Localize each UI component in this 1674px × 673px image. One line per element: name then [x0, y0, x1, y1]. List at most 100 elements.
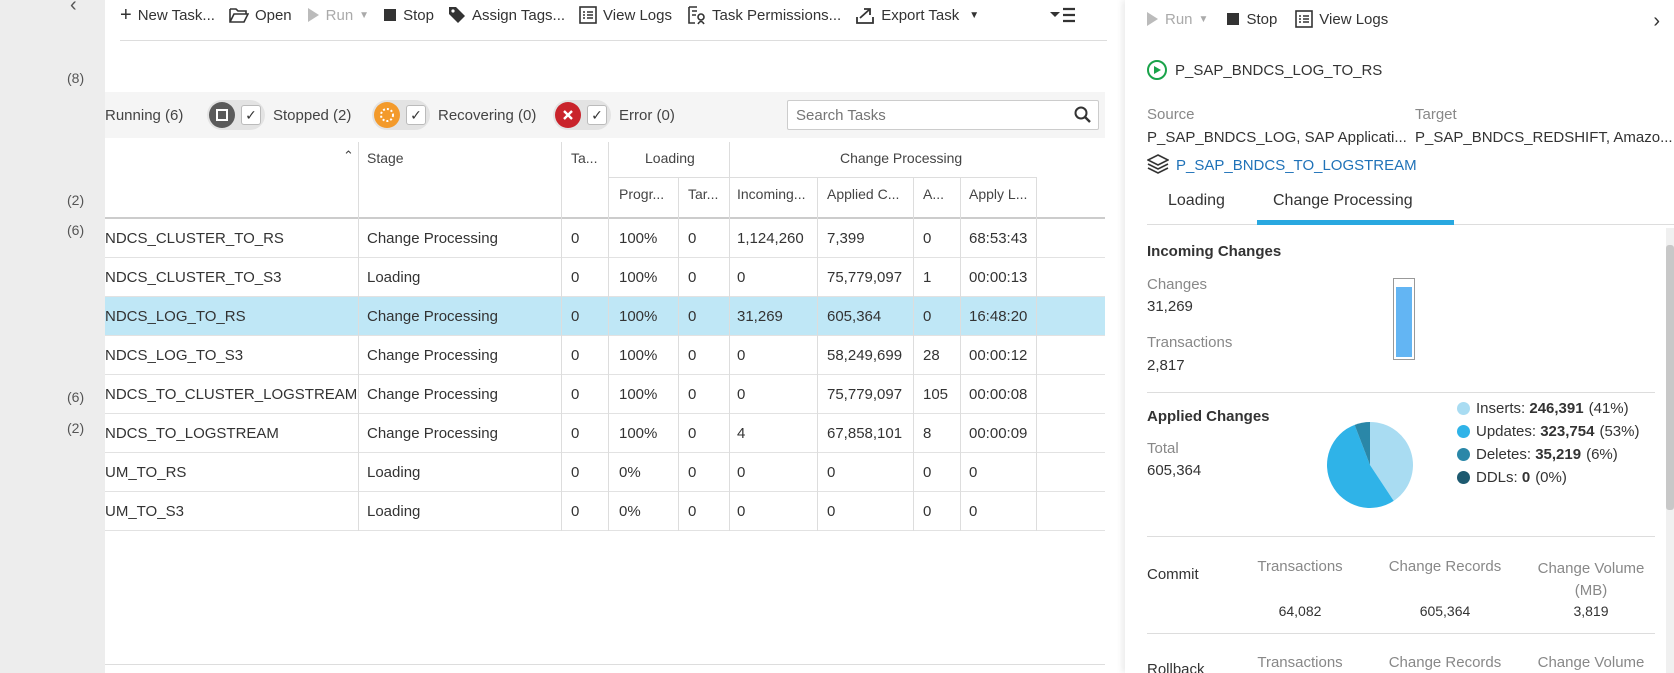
column-divider — [729, 297, 730, 336]
legend-color-dot — [1457, 471, 1470, 484]
table-row[interactable]: NDCS_LOG_TO_S3 Change Processing 0 100% 0 0 58… — [105, 336, 1105, 375]
header-stage[interactable]: Stage — [367, 150, 404, 166]
tab-change-processing[interactable]: Change Processing — [1273, 192, 1413, 210]
stage-cell: Change Processing — [367, 425, 498, 442]
transactions-label: Transactions — [1147, 334, 1233, 351]
active-tab-indicator — [1257, 220, 1454, 225]
task-details-panel: Run ▼ Stop View Logs › P_SAP_BNDCS_LOG_T… — [1125, 0, 1674, 673]
target-tables-cell: 0 — [688, 308, 697, 325]
column-divider — [960, 297, 961, 336]
panel-scrollbar-thumb[interactable] — [1666, 245, 1674, 510]
column-divider — [1036, 297, 1037, 336]
filter-running[interactable]: Running (6) — [105, 100, 183, 130]
permissions-icon — [688, 6, 705, 25]
commit-transactions-value: 64,082 — [1278, 603, 1322, 619]
commit-transactions-header: Transactions — [1257, 558, 1343, 575]
table-row[interactable]: NDCS_CLUSTER_TO_S3 Loading 0 100% 0 0 75,779,0… — [105, 258, 1105, 297]
error-toggle[interactable]: ✓ — [553, 100, 611, 130]
task-permissions-button[interactable]: Task Permissions... — [686, 5, 841, 25]
logstream-link[interactable]: P_SAP_BNDCS_TO_LOGSTREAM — [1176, 157, 1417, 174]
assign-tags-button[interactable]: Assign Tags... — [448, 6, 565, 24]
sort-ascending-icon[interactable]: ⌃ — [343, 148, 354, 164]
apply-latency-cell: 0 — [969, 464, 978, 481]
table-row[interactable]: NDCS_CLUSTER_TO_RS Change Processing 0 100%… — [105, 219, 1105, 258]
collapse-left-icon[interactable]: ‹ — [70, 0, 77, 17]
table-row[interactable]: NDCS_TO_LOGSTREAM Change Processing 0 100% 0… — [105, 414, 1105, 453]
open-button[interactable]: Open — [229, 6, 292, 24]
panel-view-logs-button[interactable]: View Logs — [1295, 10, 1388, 28]
view-logs-button[interactable]: View Logs — [579, 6, 672, 24]
header-apply-latency[interactable]: Apply L... — [969, 186, 1027, 202]
column-divider — [608, 297, 609, 336]
incoming-changes-cell: 4 — [737, 425, 746, 442]
column-divider — [358, 492, 359, 531]
header-tables[interactable]: Ta... — [571, 150, 597, 166]
collapse-panel-icon[interactable]: › — [1653, 10, 1660, 33]
panel-run-button[interactable]: Run ▼ — [1145, 11, 1208, 28]
header-progress[interactable]: Progr... — [619, 186, 664, 202]
panel-task-title: P_SAP_BNDCS_LOG_TO_RS — [1147, 60, 1382, 80]
column-menu-icon[interactable] — [1050, 6, 1076, 28]
header-target[interactable]: Tar... — [688, 186, 718, 202]
filter-stopped[interactable]: ✓ Stopped (2) — [207, 100, 351, 130]
task-name-cell: NDCS_CLUSTER_TO_S3 — [105, 269, 282, 286]
applied-changes-cell: 75,779,097 — [827, 269, 903, 286]
header-loading: Loading — [645, 150, 695, 166]
filter-recovering[interactable]: ✓ Recovering (0) — [372, 100, 536, 130]
rollback-label: Rollback — [1147, 661, 1205, 673]
a-cell: 105 — [923, 386, 949, 403]
recovering-checkbox[interactable]: ✓ — [406, 105, 426, 125]
column-divider — [1036, 453, 1037, 492]
column-divider — [1036, 336, 1037, 375]
applied-changes-cell: 605,364 — [827, 308, 882, 325]
column-divider — [817, 336, 818, 375]
header-applied[interactable]: Applied C... — [827, 186, 899, 202]
header-incoming[interactable]: Incoming... — [737, 186, 805, 202]
tab-loading[interactable]: Loading — [1168, 192, 1225, 210]
play-icon — [1147, 12, 1158, 26]
target-tables-cell: 0 — [688, 503, 697, 520]
stage-cell: Loading — [367, 464, 421, 481]
column-divider — [561, 142, 562, 219]
recovering-toggle[interactable]: ✓ — [372, 100, 430, 130]
stopped-toggle[interactable]: ✓ — [207, 100, 265, 130]
task-name-cell: NDCS_CLUSTER_TO_RS — [105, 230, 284, 247]
search-input[interactable] — [788, 101, 1058, 129]
new-task-button[interactable]: + New Task... — [120, 5, 215, 25]
search-icon[interactable] — [1074, 106, 1092, 124]
rollback-transactions-header: Transactions — [1257, 654, 1343, 671]
column-divider — [678, 177, 679, 219]
column-divider — [678, 375, 679, 414]
table-row[interactable]: NDCS_TO_CLUSTER_LOGSTREAM Change Processi… — [105, 375, 1105, 414]
progress-cell: 100% — [619, 308, 658, 325]
changes-value: 31,269 — [1147, 298, 1193, 315]
apply-latency-cell: 00:00:09 — [969, 425, 1028, 442]
logs-icon — [579, 6, 597, 24]
legend-percent: (41%) — [1588, 400, 1629, 417]
stopped-checkbox[interactable]: ✓ — [241, 105, 261, 125]
column-divider — [358, 297, 359, 336]
legend-percent: (53%) — [1599, 423, 1640, 440]
tables-cell: 0 — [571, 308, 580, 325]
run-button[interactable]: Run ▼ — [306, 7, 369, 24]
export-task-button[interactable]: Export Task ▼ — [855, 5, 979, 25]
panel-stop-button[interactable]: Stop — [1226, 11, 1277, 28]
filter-error[interactable]: ✓ Error (0) — [553, 100, 675, 130]
stage-cell: Change Processing — [367, 347, 498, 364]
table-row[interactable]: UM_TO_S3 Loading 0 0% 0 0 0 0 0 — [105, 492, 1105, 531]
header-a[interactable]: A... — [923, 186, 944, 202]
incoming-changes-cell: 0 — [737, 503, 746, 520]
column-divider — [913, 453, 914, 492]
stop-button[interactable]: Stop — [383, 7, 434, 24]
column-divider — [561, 492, 562, 531]
table-row[interactable]: NDCS_LOG_TO_RS Change Processing 0 100% 0 31,… — [105, 297, 1105, 336]
task-name-cell: NDCS_TO_LOGSTREAM — [105, 425, 279, 442]
column-divider — [608, 375, 609, 414]
column-divider — [729, 453, 730, 492]
stopped-icon — [209, 102, 235, 128]
folder-count: (2) — [67, 192, 85, 208]
table-row[interactable]: UM_TO_RS Loading 0 0% 0 0 0 0 0 — [105, 453, 1105, 492]
tables-cell: 0 — [571, 464, 580, 481]
column-divider — [358, 219, 359, 258]
error-checkbox[interactable]: ✓ — [587, 105, 607, 125]
